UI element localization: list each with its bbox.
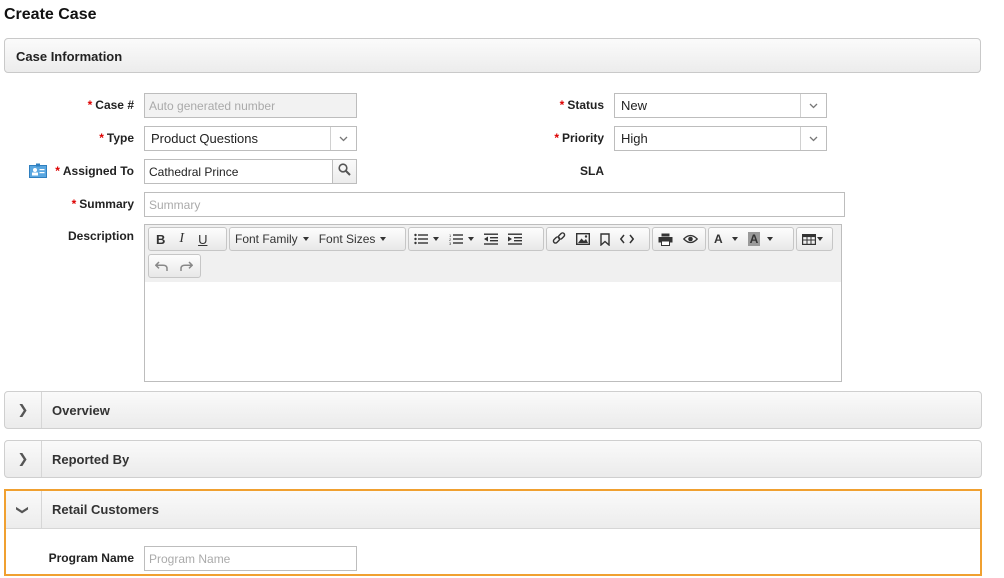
sla-label: SLA: [580, 164, 604, 178]
font-group: Font Family Font Sizes: [229, 227, 406, 251]
print-icon[interactable]: [653, 228, 678, 250]
background-color-icon[interactable]: A: [743, 228, 779, 250]
overview-title: Overview: [52, 403, 110, 418]
text-color-icon[interactable]: A: [709, 228, 743, 250]
case-number-field: [144, 93, 357, 118]
case-information-header[interactable]: Case Information: [4, 38, 981, 73]
rich-text-editor[interactable]: B I U Font Family Font Sizes 123 A A: [144, 224, 842, 382]
status-value: New: [621, 98, 648, 113]
priority-select[interactable]: High: [614, 126, 827, 151]
priority-label: * Priority: [554, 131, 604, 145]
editor-content-area[interactable]: [145, 282, 841, 381]
type-value: Product Questions: [151, 131, 258, 146]
lookup-button[interactable]: [332, 159, 357, 184]
table-icon[interactable]: [797, 228, 828, 250]
type-label: * Type: [99, 131, 134, 145]
status-select[interactable]: New: [614, 93, 827, 118]
numbered-list-icon[interactable]: 123: [444, 228, 479, 250]
reported-by-section-header[interactable]: ❯ Reported By: [4, 440, 982, 478]
format-group: B I U: [148, 227, 227, 251]
summary-field[interactable]: [144, 192, 845, 217]
insert-group: [546, 227, 650, 251]
font-family-dropdown[interactable]: Font Family: [230, 228, 314, 250]
history-group: [148, 254, 201, 278]
reported-by-title: Reported By: [52, 452, 130, 467]
assigned-to-field[interactable]: [144, 159, 333, 184]
case-number-label: * Case #: [87, 98, 134, 112]
indent-icon[interactable]: [503, 228, 527, 250]
outdent-icon[interactable]: [479, 228, 503, 250]
retail-customers-header[interactable]: ❯ Retail Customers: [6, 491, 980, 529]
retail-customers-title: Retail Customers: [52, 502, 159, 517]
font-sizes-dropdown[interactable]: Font Sizes: [314, 228, 392, 250]
bookmark-icon[interactable]: [595, 228, 615, 250]
assigned-to-label: * Assigned To: [55, 164, 134, 178]
bold-button[interactable]: B: [149, 228, 172, 250]
italic-button[interactable]: I: [172, 228, 191, 250]
contact-card-icon[interactable]: [29, 163, 47, 184]
chevron-down-icon[interactable]: [800, 94, 826, 117]
redo-icon[interactable]: [174, 255, 199, 277]
source-code-icon[interactable]: [615, 228, 639, 250]
table-group: [796, 227, 833, 251]
type-select[interactable]: Product Questions: [144, 126, 357, 151]
underline-button[interactable]: U: [191, 228, 214, 250]
priority-value: High: [621, 131, 648, 146]
image-icon[interactable]: [571, 228, 595, 250]
editor-toolbar: B I U Font Family Font Sizes 123 A A: [145, 225, 841, 283]
color-group: A A: [708, 227, 794, 251]
chevron-down-icon[interactable]: [330, 127, 356, 150]
view-group: [652, 227, 706, 251]
bullet-list-icon[interactable]: [409, 228, 444, 250]
chevron-down-icon[interactable]: ❯: [6, 491, 42, 528]
program-name-label: Program Name: [48, 551, 134, 565]
link-icon[interactable]: [547, 228, 571, 250]
chevron-right-icon[interactable]: ❯: [5, 392, 42, 428]
summary-label: * Summary: [71, 197, 134, 211]
list-group: 123: [408, 227, 544, 251]
page-title: Create Case: [4, 6, 97, 23]
chevron-down-icon[interactable]: [800, 127, 826, 150]
svg-text:3: 3: [449, 241, 452, 245]
description-label: Description: [67, 229, 134, 243]
program-name-field[interactable]: [144, 546, 357, 571]
chevron-right-icon[interactable]: ❯: [5, 441, 42, 477]
retail-customers-section: ❯ Retail Customers Program Name: [4, 489, 982, 576]
status-label: * Status: [559, 98, 604, 112]
preview-icon[interactable]: [678, 228, 703, 250]
case-information-title: Case Information: [16, 49, 123, 64]
search-icon: [338, 162, 351, 181]
overview-section-header[interactable]: ❯ Overview: [4, 391, 982, 429]
undo-icon[interactable]: [149, 255, 174, 277]
